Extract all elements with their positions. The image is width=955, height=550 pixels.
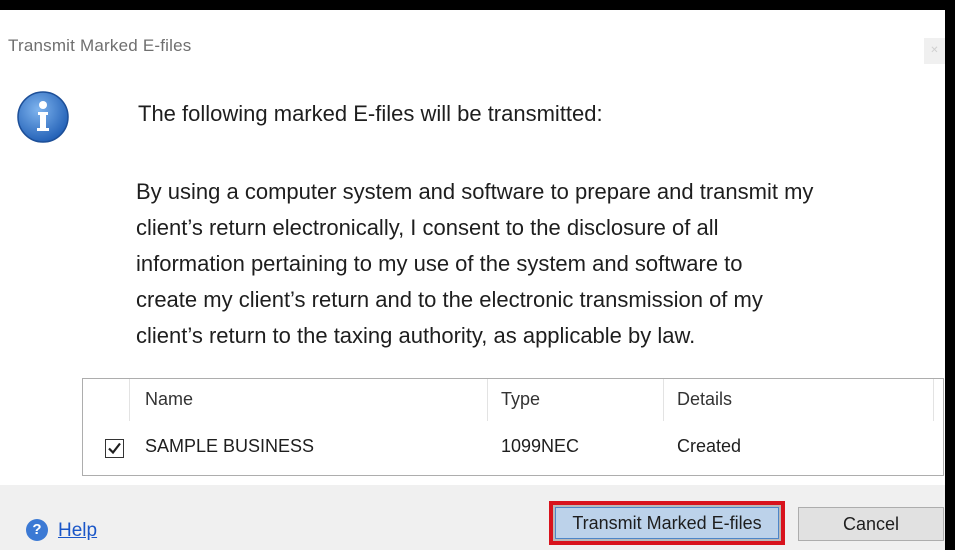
column-divider[interactable]: [933, 379, 934, 421]
list-header: Name Type Details: [83, 379, 943, 421]
consent-line: By using a computer system and software …: [136, 179, 814, 204]
dialog-title: Transmit Marked E-files: [8, 36, 192, 55]
consent-text: By using a computer system and software …: [136, 174, 926, 354]
transmit-button-highlight: Transmit Marked E-files: [549, 501, 785, 545]
title-bar: Transmit Marked E-files ✕: [0, 10, 945, 74]
cell-type: 1099NEC: [501, 436, 580, 456]
cell-name: SAMPLE BUSINESS: [145, 436, 315, 456]
row-checkbox[interactable]: [105, 439, 124, 458]
column-header-name[interactable]: Name: [145, 389, 193, 410]
column-divider[interactable]: [663, 379, 664, 421]
consent-line: create my client’s return and to the ele…: [136, 287, 763, 312]
column-header-type[interactable]: Type: [501, 389, 540, 410]
consent-line: information pertaining to my use of the …: [136, 251, 743, 276]
info-icon: [16, 90, 70, 144]
close-button[interactable]: ✕: [924, 38, 945, 64]
help-link[interactable]: Help: [58, 520, 97, 542]
cancel-button[interactable]: Cancel: [798, 507, 944, 541]
column-divider[interactable]: [487, 379, 488, 421]
consent-line: client’s return to the taxing authority,…: [136, 323, 696, 348]
checkmark-icon: [108, 442, 121, 455]
transmit-dialog: Transmit Marked E-files ✕ The following …: [0, 10, 945, 550]
help-icon[interactable]: ?: [26, 519, 48, 541]
transmit-button[interactable]: Transmit Marked E-files: [555, 507, 779, 539]
column-header-details[interactable]: Details: [677, 389, 732, 410]
column-divider[interactable]: [129, 379, 130, 421]
consent-line: client’s return electronically, I consen…: [136, 215, 719, 240]
dialog-footer: ? Help Transmit Marked E-files Cancel: [0, 485, 945, 550]
dialog-heading: The following marked E-files will be tra…: [138, 101, 603, 126]
cell-details: Created: [677, 436, 742, 456]
efiles-list[interactable]: Name Type Details SAMPLE BUSINESS 1099NE…: [82, 378, 944, 476]
list-item[interactable]: SAMPLE BUSINESS 1099NEC Created: [83, 431, 943, 461]
